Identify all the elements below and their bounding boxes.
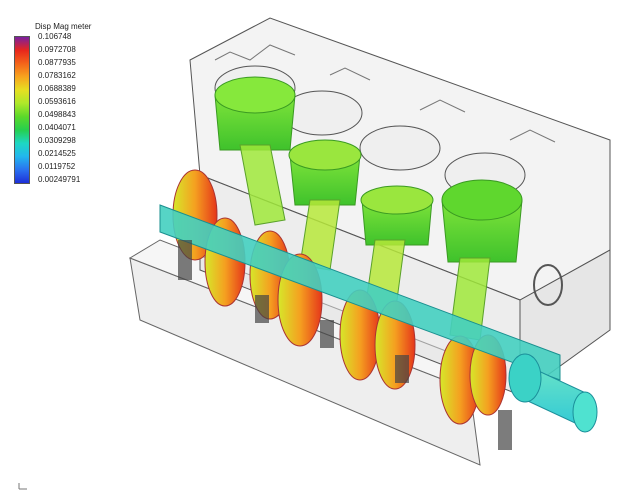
piston-2 (288, 139, 362, 206)
legend-tick-2: 0.0877935 (38, 58, 76, 67)
legend-tick-6: 0.0498843 (38, 110, 76, 119)
legend-title: Disp Mag meter (35, 22, 92, 31)
legend-tick-4: 0.0688389 (38, 84, 76, 93)
piston-3 (360, 185, 434, 246)
legend-tick-8: 0.0309298 (38, 136, 76, 145)
piston-1 (214, 76, 296, 151)
legend-tick-3: 0.0783162 (38, 71, 76, 80)
legend-tick-5: 0.0593616 (38, 97, 76, 106)
legend-tick-7: 0.0404071 (38, 123, 76, 132)
legend-color-bar (14, 36, 30, 184)
legend-tick-0: 0.106748 (38, 32, 72, 41)
engine-model-render[interactable] (0, 0, 639, 492)
legend-tick-11: 0.00249791 (38, 175, 81, 184)
legend-tick-1: 0.0972708 (38, 45, 76, 54)
legend-tick-9: 0.0214525 (38, 149, 76, 158)
axis-triad-icon (18, 483, 27, 490)
legend-tick-10: 0.0119752 (38, 162, 76, 171)
model-viewport[interactable] (0, 0, 639, 492)
piston-4 (441, 179, 523, 263)
